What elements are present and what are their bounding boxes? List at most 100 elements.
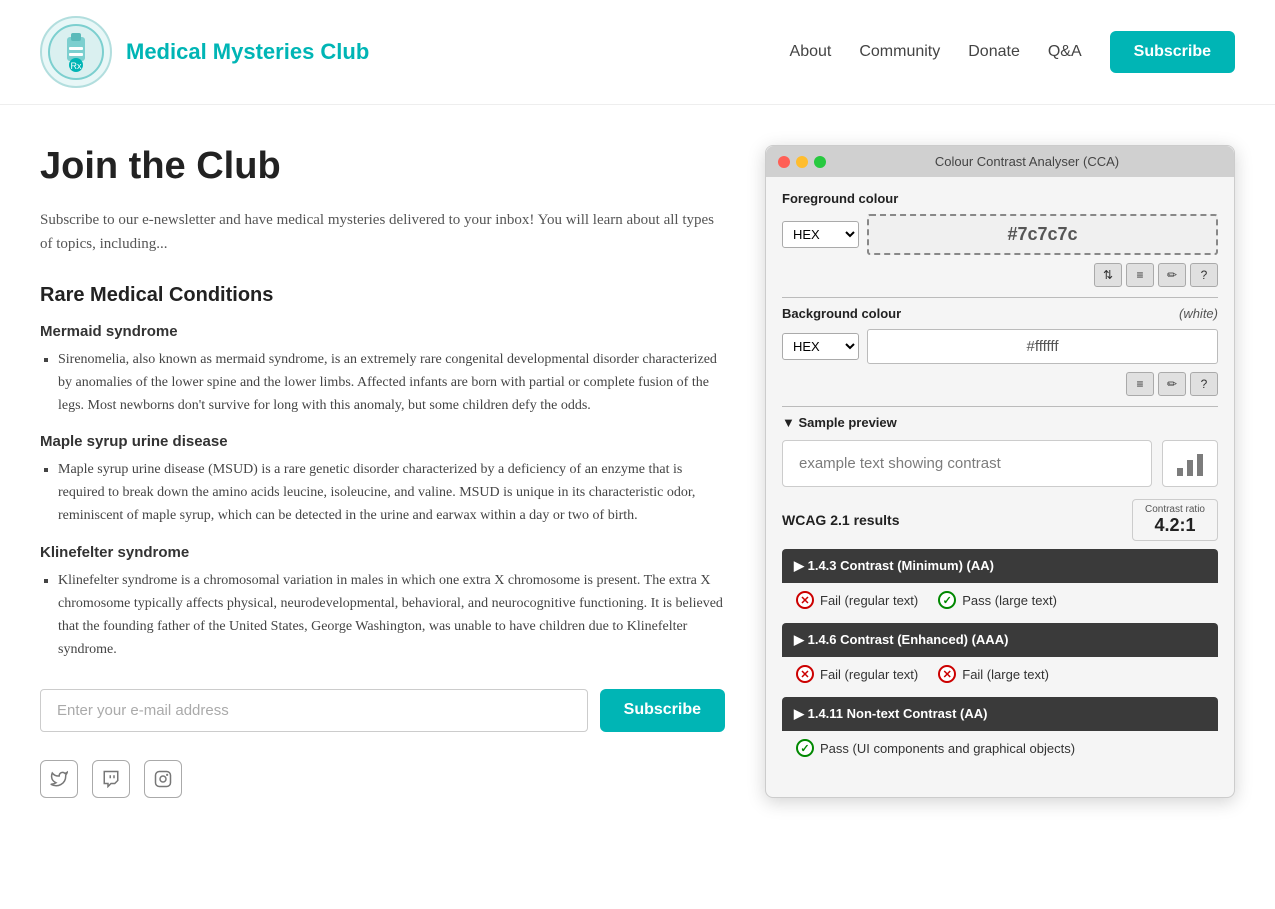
wcag-result-label: Fail (regular text): [820, 593, 918, 608]
wcag-item-header[interactable]: ▶ 1.4.6 Contrast (Enhanced) (AAA): [782, 623, 1218, 657]
contrast-ratio-box: Contrast ratio 4.2:1: [1132, 499, 1218, 541]
condition-item: Maple syrup urine disease Maple syrup uri…: [40, 433, 725, 527]
background-color-input[interactable]: #ffffff: [867, 329, 1218, 364]
foreground-label: Foreground colour: [782, 191, 1218, 206]
wcag-header-row: WCAG 2.1 results Contrast ratio 4.2:1: [782, 499, 1218, 541]
conditions-list: Mermaid syndrome Sirenomelia, also known …: [40, 323, 725, 661]
sample-preview-row: example text showing contrast: [782, 440, 1218, 487]
wcag-result: ✕ Fail (regular text): [796, 665, 918, 683]
fail-icon: ✕: [938, 665, 956, 683]
instagram-icon[interactable]: [144, 760, 182, 798]
condition-text: Sirenomelia, also known as mermaid syndr…: [58, 348, 725, 417]
fg-picker-btn[interactable]: ✏: [1158, 263, 1186, 287]
wcag-item-header[interactable]: ▶ 1.4.3 Contrast (Minimum) (AA): [782, 549, 1218, 583]
wcag-result: ✓ Pass (large text): [938, 591, 1057, 609]
email-subscribe-row: Subscribe: [40, 689, 725, 732]
svg-text:Rx: Rx: [71, 61, 82, 71]
bg-help-btn[interactable]: ?: [1190, 372, 1218, 396]
cca-body: Foreground colour HEXRGBHSL #7c7c7c ⇅ ≡ …: [766, 177, 1234, 785]
wcag-item: ▶ 1.4.3 Contrast (Minimum) (AA) ✕ Fail (re…: [782, 549, 1218, 619]
twitch-icon[interactable]: [92, 760, 130, 798]
bg-picker-btn[interactable]: ✏: [1158, 372, 1186, 396]
social-icons-row: [40, 760, 725, 798]
wcag-label: WCAG 2.1 results: [782, 512, 899, 528]
fail-icon: ✕: [796, 591, 814, 609]
page-title: Join the Club: [40, 145, 725, 188]
cca-divider-2: [782, 406, 1218, 407]
foreground-toolbar: ⇅ ≡ ✏ ?: [782, 263, 1218, 287]
wcag-result-row: ✓ Pass (UI components and graphical objec…: [782, 731, 1218, 767]
cca-panel: Colour Contrast Analyser (CCA) Foregroun…: [765, 145, 1235, 798]
background-label-row: Background colour (white): [782, 306, 1218, 321]
background-color-row: HEXRGBHSL #ffffff: [782, 329, 1218, 364]
condition-title: Mermaid syndrome: [40, 323, 725, 340]
site-title: Medical Mysteries Club: [126, 39, 369, 65]
bg-adjust-btn[interactable]: ≡: [1126, 372, 1154, 396]
condition-list: Sirenomelia, also known as mermaid syndr…: [58, 348, 725, 417]
main-layout: Join the Club Subscribe to our e-newslet…: [0, 105, 1275, 818]
wcag-result-label: Fail (large text): [962, 667, 1049, 682]
condition-item: Mermaid syndrome Sirenomelia, also known …: [40, 323, 725, 417]
condition-title: Klinefelter syndrome: [40, 544, 725, 561]
wcag-item-title: ▶ 1.4.3 Contrast (Minimum) (AA): [794, 558, 994, 574]
section-title: Rare Medical Conditions: [40, 284, 725, 307]
wcag-items-container: ▶ 1.4.3 Contrast (Minimum) (AA) ✕ Fail (re…: [782, 549, 1218, 767]
logo-image: Rx: [40, 16, 112, 88]
nav-qa[interactable]: Q&A: [1048, 43, 1082, 61]
foreground-color-input[interactable]: #7c7c7c: [867, 214, 1218, 255]
sample-preview-label: ▼ Sample preview: [782, 415, 1218, 430]
condition-list: Klinefelter syndrome is a chromosomal va…: [58, 569, 725, 661]
nav-community[interactable]: Community: [859, 43, 940, 61]
pass-icon: ✓: [796, 739, 814, 757]
window-minimize-dot[interactable]: [796, 156, 808, 168]
cca-titlebar: Colour Contrast Analyser (CCA): [766, 146, 1234, 177]
wcag-item: ▶ 1.4.6 Contrast (Enhanced) (AAA) ✕ Fail (…: [782, 623, 1218, 693]
page-description: Subscribe to our e-newsletter and have m…: [40, 208, 725, 256]
twitter-icon[interactable]: [40, 760, 78, 798]
wcag-result-row: ✕ Fail (regular text) ✓ Pass (large text): [782, 583, 1218, 619]
wcag-result: ✕ Fail (large text): [938, 665, 1049, 683]
fail-icon: ✕: [796, 665, 814, 683]
condition-title: Maple syrup urine disease: [40, 433, 725, 450]
window-maximize-dot[interactable]: [814, 156, 826, 168]
foreground-format-select[interactable]: HEXRGBHSL: [782, 221, 859, 248]
condition-text: Klinefelter syndrome is a chromosomal va…: [58, 569, 725, 661]
background-hint: (white): [1179, 306, 1218, 321]
fg-swap-btn[interactable]: ⇅: [1094, 263, 1122, 287]
email-subscribe-button[interactable]: Subscribe: [600, 689, 725, 732]
header: Rx Medical Mysteries Club About Communit…: [0, 0, 1275, 105]
background-toolbar: ≡ ✏ ?: [782, 372, 1218, 396]
wcag-item-header[interactable]: ▶ 1.4.11 Non-text Contrast (AA): [782, 697, 1218, 731]
contrast-ratio-value: 4.2:1: [1145, 515, 1205, 536]
wcag-item-title: ▶ 1.4.6 Contrast (Enhanced) (AAA): [794, 632, 1008, 648]
email-input[interactable]: [40, 689, 588, 732]
wcag-item: ▶ 1.4.11 Non-text Contrast (AA) ✓ Pass (UI…: [782, 697, 1218, 767]
condition-list: Maple syrup urine disease (MSUD) is a ra…: [58, 458, 725, 527]
background-format-select[interactable]: HEXRGBHSL: [782, 333, 859, 360]
wcag-result-label: Pass (large text): [962, 593, 1057, 608]
wcag-result: ✓ Pass (UI components and graphical objec…: [796, 739, 1075, 757]
cca-title: Colour Contrast Analyser (CCA): [832, 154, 1222, 169]
main-nav: About Community Donate Q&A Subscribe: [790, 31, 1235, 73]
contrast-ratio-label: Contrast ratio: [1145, 504, 1205, 515]
header-subscribe-button[interactable]: Subscribe: [1110, 31, 1235, 73]
sample-preview-text: example text showing contrast: [782, 440, 1152, 487]
nav-donate[interactable]: Donate: [968, 43, 1020, 61]
logo-area: Rx Medical Mysteries Club: [40, 16, 369, 88]
wcag-result: ✕ Fail (regular text): [796, 591, 918, 609]
nav-about[interactable]: About: [790, 43, 832, 61]
condition-text: Maple syrup urine disease (MSUD) is a ra…: [58, 458, 725, 527]
condition-item: Klinefelter syndrome Klinefelter syndrome…: [40, 544, 725, 661]
fg-help-btn[interactable]: ?: [1190, 263, 1218, 287]
wcag-result-label: Fail (regular text): [820, 667, 918, 682]
wcag-result-label: Pass (UI components and graphical object…: [820, 741, 1075, 756]
pass-icon: ✓: [938, 591, 956, 609]
background-label: Background colour: [782, 306, 901, 321]
wcag-result-row: ✕ Fail (regular text) ✕ Fail (large text): [782, 657, 1218, 693]
content-area: Join the Club Subscribe to our e-newslet…: [40, 145, 725, 798]
cca-divider-1: [782, 297, 1218, 298]
window-close-dot[interactable]: [778, 156, 790, 168]
fg-adjust-btn[interactable]: ≡: [1126, 263, 1154, 287]
foreground-color-row: HEXRGBHSL #7c7c7c: [782, 214, 1218, 255]
wcag-item-title: ▶ 1.4.11 Non-text Contrast (AA): [794, 706, 987, 722]
